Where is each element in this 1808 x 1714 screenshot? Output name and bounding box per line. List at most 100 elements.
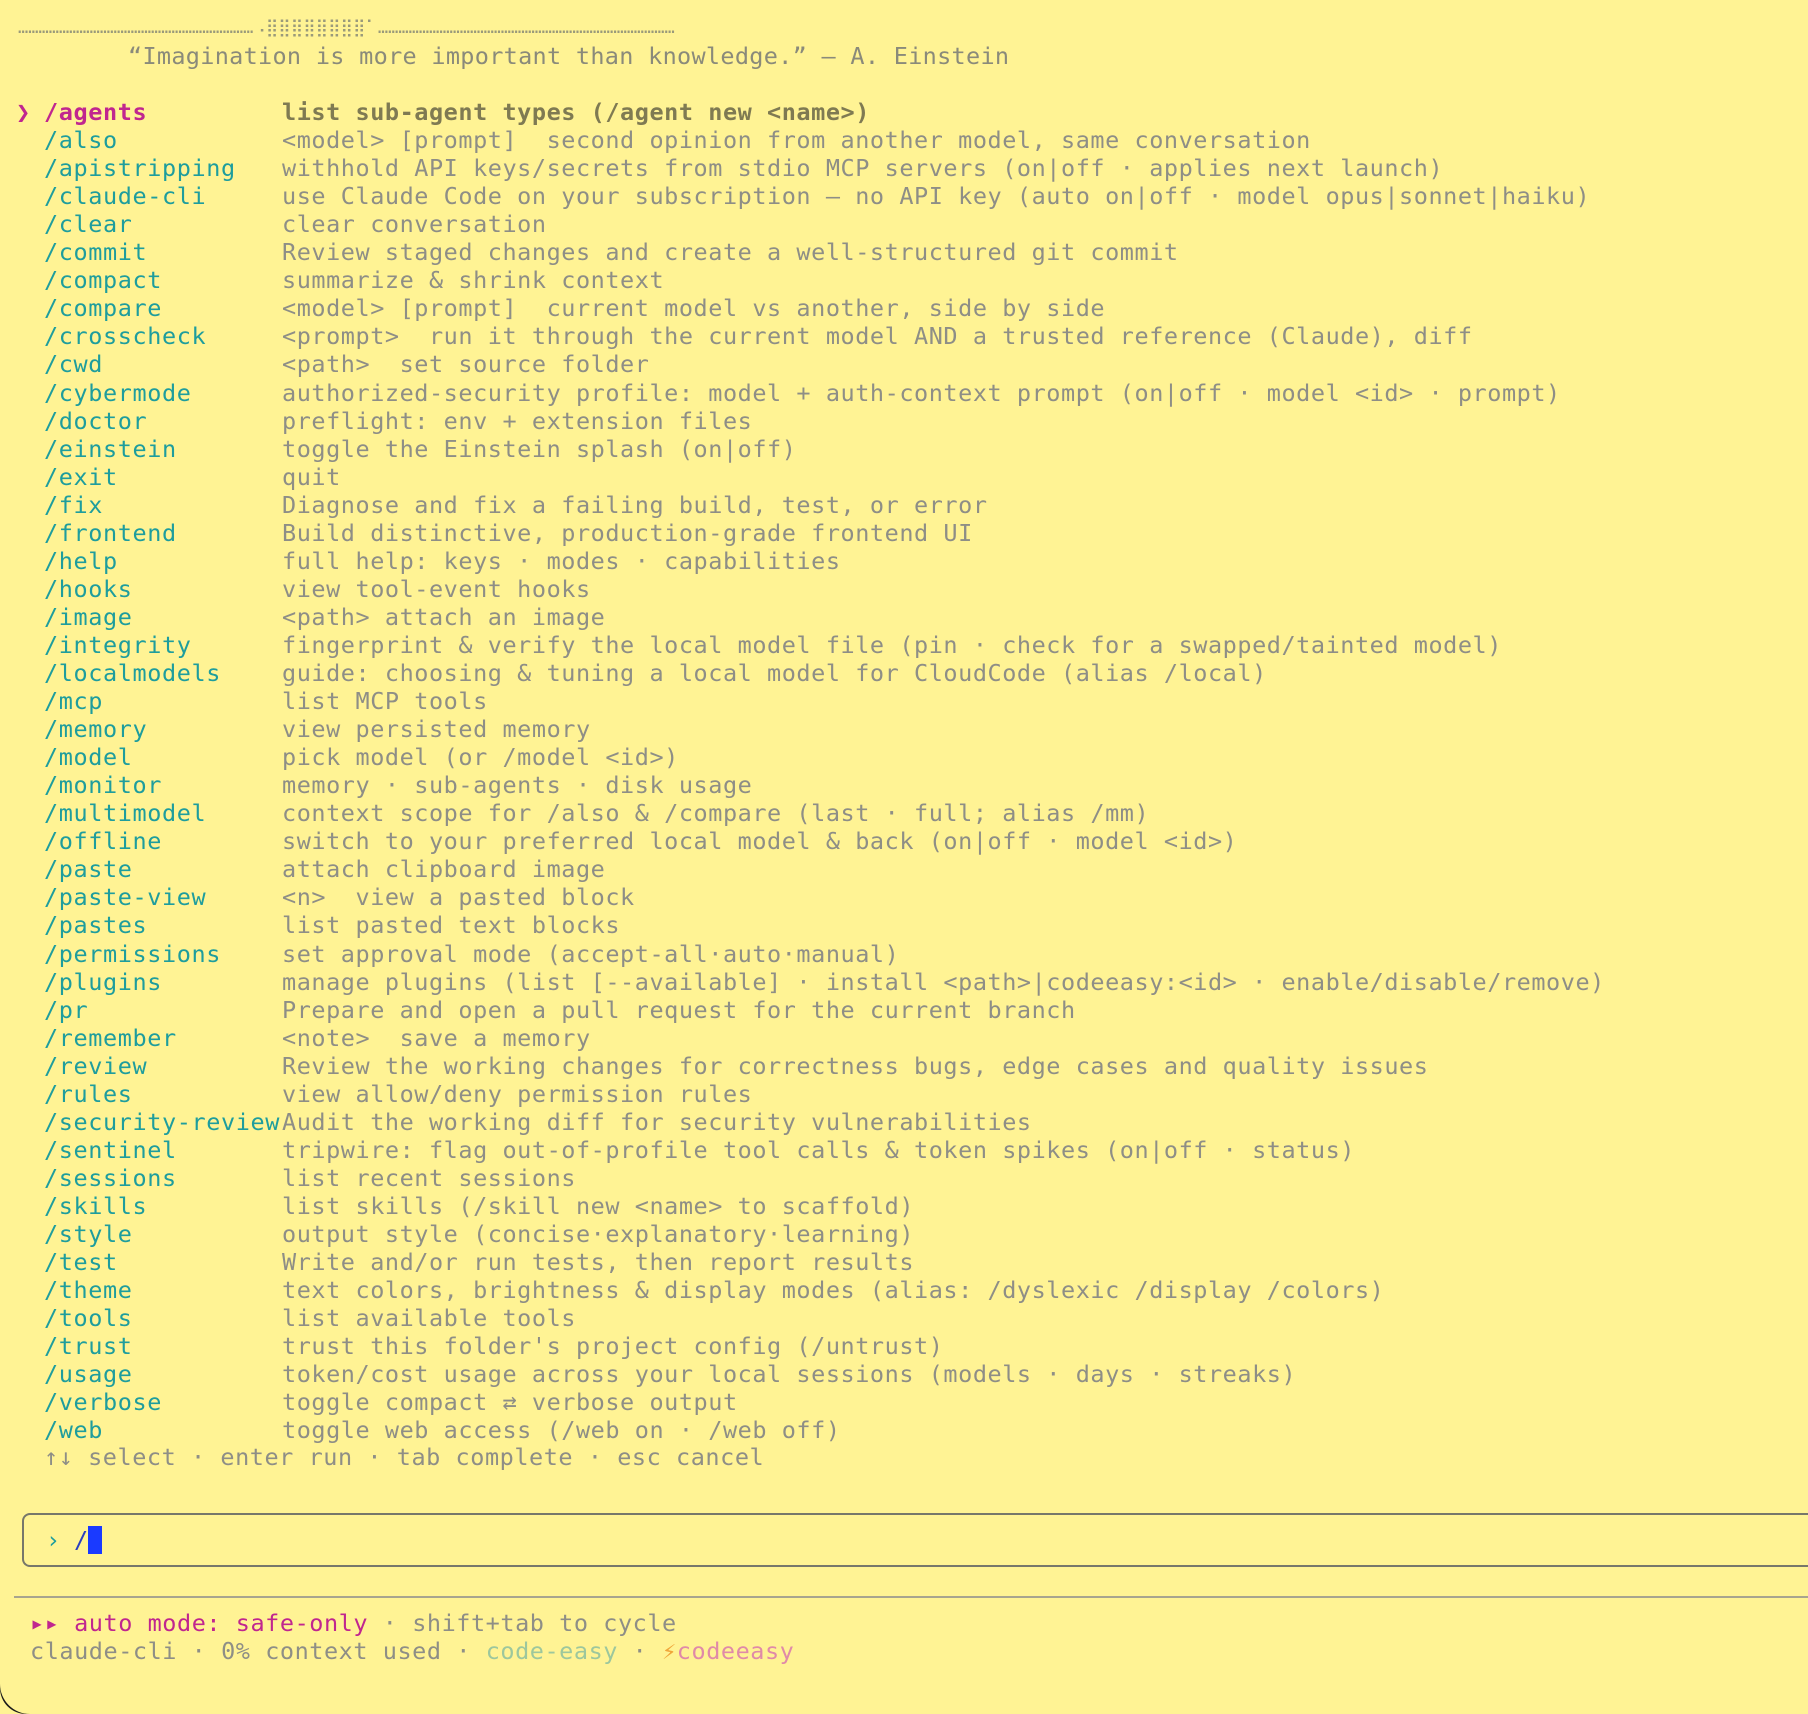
command-description: <path> attach an image [282,602,606,631]
command-row[interactable]: /review Review the working changes for co… [0,1052,1808,1080]
command-row[interactable]: /theme text colors, brightness & display … [0,1276,1808,1304]
command-row[interactable]: /sessions list recent sessions [0,1164,1808,1192]
command-row[interactable]: /trust trust this folder's project config… [0,1332,1808,1360]
command-description: attach clipboard image [282,855,606,884]
command-description: memory · sub-agents · disk usage [282,771,753,800]
command-row[interactable]: /security-review Audit the working diff f… [0,1108,1808,1136]
command-description: manage plugins (list [--available] · ins… [282,967,1605,996]
command-description: Review staged changes and create a well-… [282,238,1179,267]
command-row[interactable]: /apistripping withhold API keys/secrets f… [0,154,1808,182]
command-row[interactable]: /exit quit [0,463,1808,491]
command-description: token/cost usage across your local sessi… [282,1360,1297,1389]
command-row[interactable]: /cwd <path> set source folder [0,350,1808,378]
command-row[interactable]: ❯ /agents list sub-agent types (/agent new… [0,98,1808,126]
command-row[interactable]: /crosscheck <prompt> run it through the c… [0,322,1808,350]
command-row[interactable]: /compact summarize & shrink context [0,266,1808,294]
command-description: use Claude Code on your subscription — n… [282,182,1591,211]
command-name: /pastes [44,911,148,940]
command-description: list skills (/skill new <name> to scaffo… [282,1191,915,1220]
brand-codeeasy: codeeasy [676,1637,795,1665]
command-description: authorized-security profile: model + aut… [282,378,1561,407]
command-row[interactable]: /commit Review staged changes and create … [0,238,1808,266]
command-row[interactable]: /frontend Build distinctive, production-g… [0,519,1808,547]
command-row[interactable]: /pr Prepare and open a pull request for t… [0,996,1808,1024]
command-row[interactable]: /offline switch to your preferred local m… [0,827,1808,855]
command-name: /web [44,1416,103,1445]
command-row[interactable]: /model pick model (or /model <id>) [0,743,1808,771]
command-row[interactable]: /localmodels guide: choosing & tuning a l… [0,659,1808,687]
command-row[interactable]: /paste attach clipboard image [0,855,1808,883]
command-name: /cybermode [44,378,192,407]
command-description: Prepare and open a pull request for the … [282,995,1076,1024]
command-description: Write and/or run tests, then report resu… [282,1248,915,1277]
command-name: /sessions [44,1163,177,1192]
prompt-input-value[interactable]: / [74,1526,88,1554]
command-description: <prompt> run it through the current mode… [282,322,1473,351]
command-name: /agents [44,98,148,126]
terminal-screen: ……………………………………………………………⠠⣿⣿⣿⣿⣿⣿⣿⣿⠁…………………… [0,0,1808,1714]
command-row[interactable]: /usage token/cost usage across your local… [0,1360,1808,1388]
auto-mode-label[interactable]: auto mode: safe-only [74,1609,368,1637]
command-row[interactable]: /pastes list pasted text blocks [0,911,1808,939]
prompt-chevron-icon: › [46,1526,61,1554]
command-row[interactable]: /remember <note> save a memory [0,1024,1808,1052]
command-row[interactable]: /test Write and/or run tests, then report… [0,1248,1808,1276]
mode-status-line: ▸▸ auto mode: safe-only · shift+tab to c… [30,1609,677,1637]
command-row[interactable]: /fix Diagnose and fix a failing build, te… [0,491,1808,519]
command-name: /localmodels [44,659,221,687]
command-row[interactable]: /monitor memory · sub-agents · disk usage [0,771,1808,799]
command-name: /crosscheck [44,322,207,351]
command-name: /paste-view [44,883,207,912]
command-row[interactable]: /memory view persisted memory [0,715,1808,743]
command-row[interactable]: /paste-view <n> view a pasted block [0,883,1808,911]
separator: · [617,1637,663,1665]
command-name: /permissions [44,939,221,968]
command-row[interactable]: /also <model> [prompt] second opinion fro… [0,126,1808,154]
command-row[interactable]: /permissions set approval mode (accept-al… [0,940,1808,968]
command-description: context scope for /also & /compare (last… [282,799,1150,828]
command-description: quit [282,462,341,491]
command-row[interactable]: /rules view allow/deny permission rules [0,1080,1808,1108]
command-row[interactable]: /clear clear conversation [0,210,1808,238]
command-row[interactable]: /doctor preflight: env + extension files [0,407,1808,435]
command-name: /security-review [44,1107,280,1136]
command-name: /claude-cli [44,182,207,211]
command-row[interactable]: /integrity fingerprint & verify the local… [0,631,1808,659]
separator: · [368,1609,413,1637]
command-row[interactable]: /verbose toggle compact ⇄ verbose output [0,1388,1808,1416]
context-usage: 0% context used [221,1637,442,1665]
command-description: text colors, brightness & display modes … [282,1276,1385,1305]
command-name: /sentinel [44,1135,177,1164]
command-row[interactable]: /claude-cli use Claude Code on your subsc… [0,182,1808,210]
command-row[interactable]: /image <path> attach an image [0,603,1808,631]
command-row[interactable]: /mcp list MCP tools [0,687,1808,715]
command-row[interactable]: /hooks view tool-event hooks [0,575,1808,603]
command-name: /mcp [44,687,103,716]
command-row[interactable]: /sentinel tripwire: flag out-of-profile t… [0,1136,1808,1164]
command-name: /compact [44,266,162,295]
command-row[interactable]: /tools list available tools [0,1304,1808,1332]
context-status-line: claude-cli · 0% context used · code-easy… [30,1637,794,1665]
command-name: /monitor [44,771,162,800]
prompt-input-box[interactable]: › / [22,1513,1808,1567]
command-name: /style [44,1220,133,1248]
command-row[interactable]: /help full help: keys · modes · capabilit… [0,547,1808,575]
command-description: preflight: env + extension files [282,406,753,435]
command-row[interactable]: /skills list skills (/skill new <name> to… [0,1192,1808,1220]
einstein-quote: “Imagination is more important than know… [128,42,1010,70]
command-description: switch to your preferred local model & b… [282,827,1238,856]
command-description: list recent sessions [282,1163,576,1192]
command-name: /verbose [44,1388,162,1417]
command-name: /compare [44,294,162,323]
command-row[interactable]: /einstein toggle the Einstein splash (on|… [0,435,1808,463]
command-row[interactable]: /compare <model> [prompt] current model v… [0,294,1808,322]
command-row[interactable]: /style output style (concise·explanatory·… [0,1220,1808,1248]
command-name: /offline [44,827,162,856]
command-row[interactable]: /web toggle web access (/web on · /web of… [0,1416,1808,1444]
command-name: /hooks [44,574,133,603]
command-row[interactable]: /cybermode authorized-security profile: m… [0,379,1808,407]
command-row[interactable]: /plugins manage plugins (list [--availabl… [0,968,1808,996]
command-row[interactable]: /multimodel context scope for /also & /co… [0,799,1808,827]
command-name: /trust [44,1332,133,1361]
command-description: Review the working changes for correctne… [282,1051,1429,1080]
